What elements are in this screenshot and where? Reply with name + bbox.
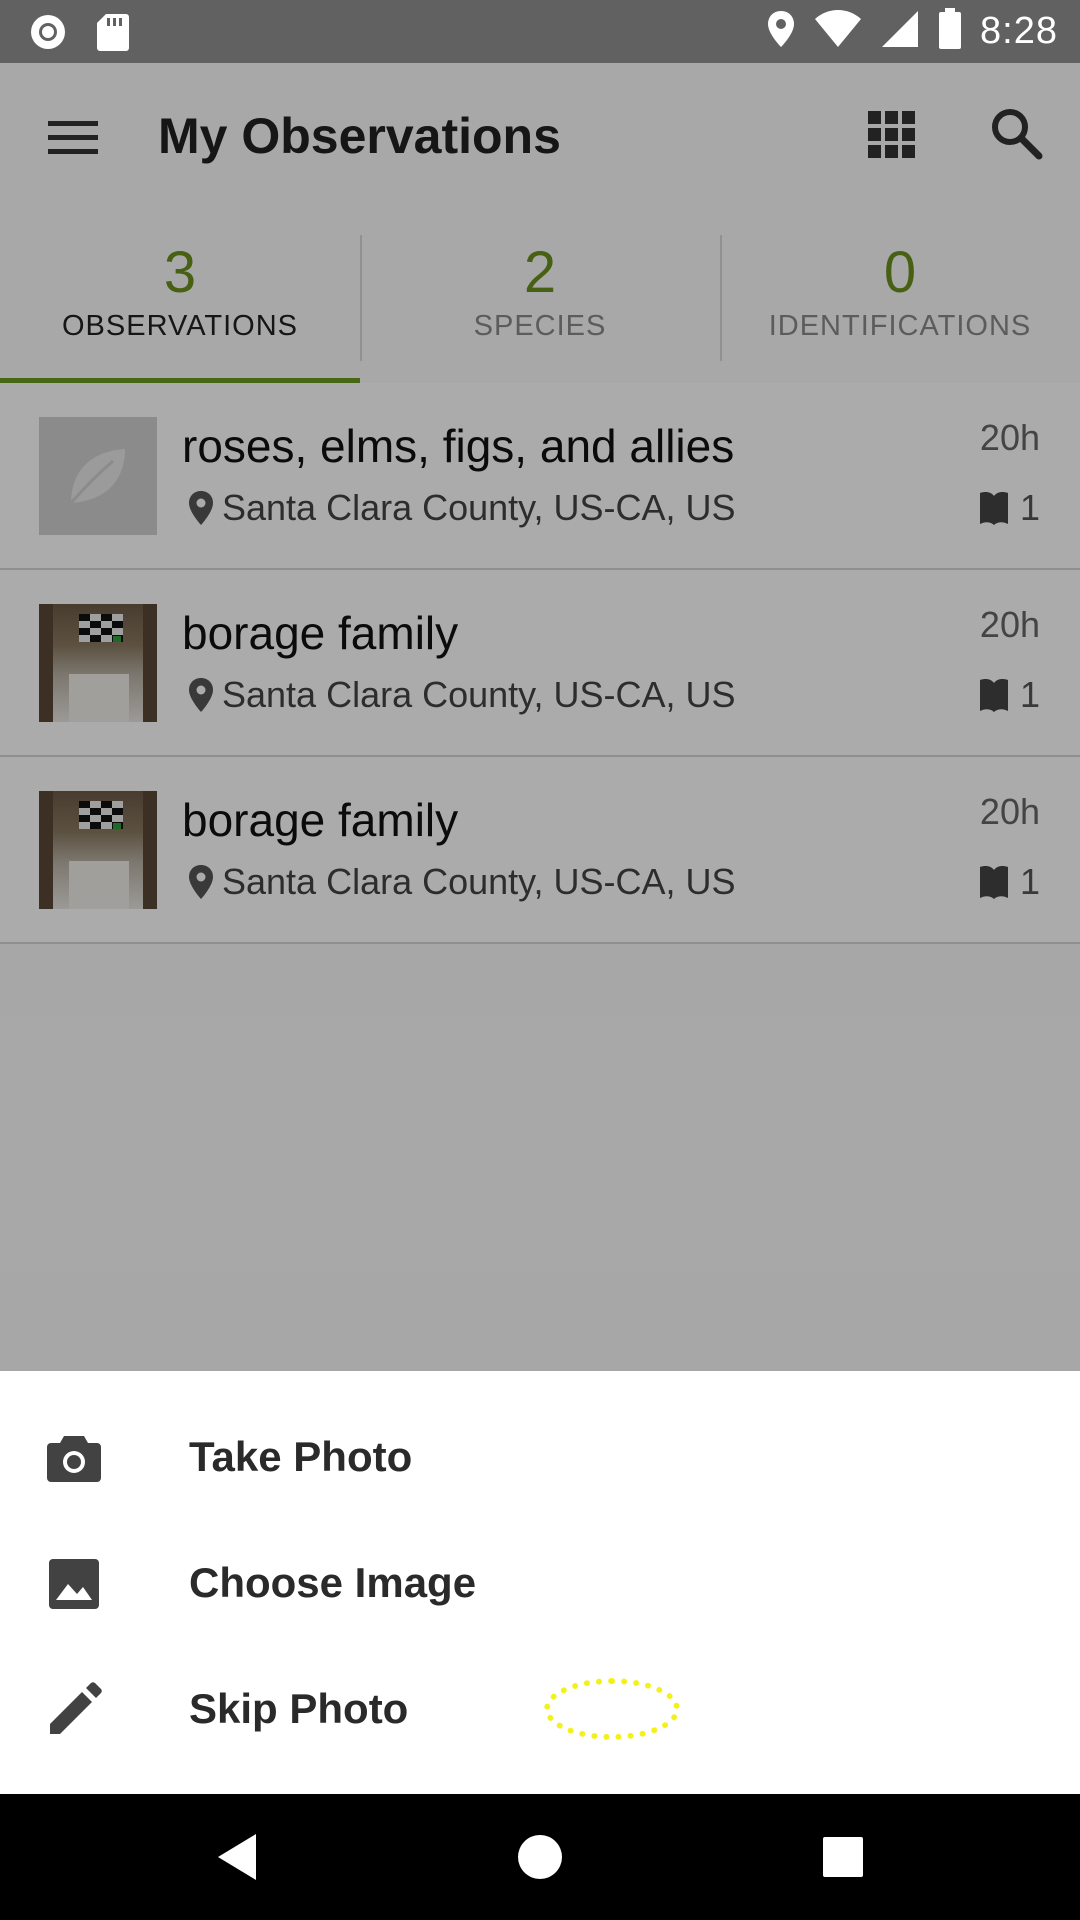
take-photo-label: Take Photo: [189, 1433, 413, 1480]
skip-photo-label: Skip Photo: [189, 1685, 409, 1732]
skip-photo-option[interactable]: Skip Photo: [0, 1647, 1080, 1773]
clock: 8:28: [980, 10, 1058, 52]
modal-scrim[interactable]: [0, 63, 1080, 1371]
battery-icon: [938, 8, 962, 55]
image-icon: [44, 1554, 104, 1614]
back-icon[interactable]: [206, 1824, 272, 1890]
pencil-icon: [44, 1680, 104, 1740]
location-icon: [766, 9, 796, 54]
take-photo-option[interactable]: Take Photo: [0, 1395, 1080, 1521]
tap-indicator: [544, 1678, 680, 1740]
recents-icon[interactable]: [810, 1824, 876, 1890]
photo-options-sheet: Take Photo Choose Image Skip Photo: [0, 1371, 1080, 1794]
home-icon[interactable]: [507, 1824, 573, 1890]
sd-card-icon: [96, 12, 130, 57]
choose-image-label: Choose Image: [189, 1559, 477, 1606]
record-icon: [28, 12, 68, 57]
choose-image-option[interactable]: Choose Image: [0, 1521, 1080, 1647]
status-bar: 8:28: [0, 0, 1080, 63]
signal-icon: [880, 9, 920, 54]
wifi-icon: [814, 9, 862, 54]
navigation-bar: [0, 1794, 1080, 1920]
camera-icon: [44, 1428, 104, 1488]
